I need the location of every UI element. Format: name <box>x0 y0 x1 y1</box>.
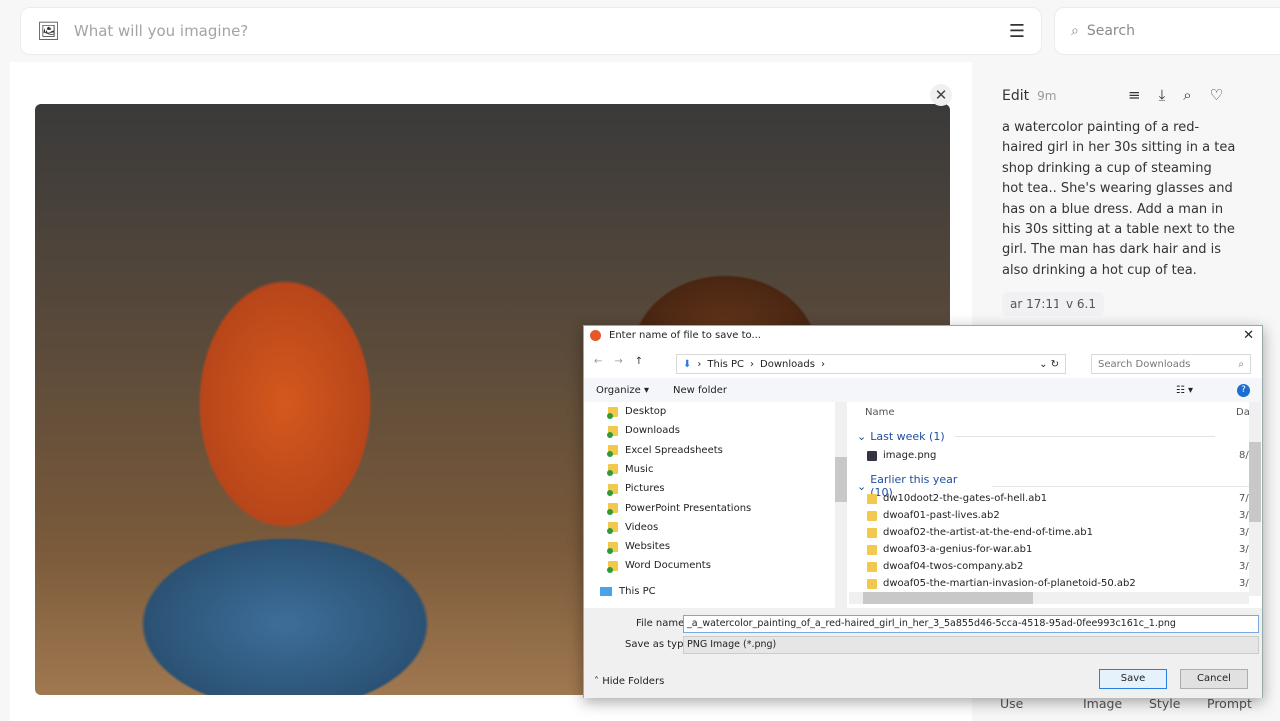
folder-icon <box>607 406 618 419</box>
folder-icon <box>607 483 618 496</box>
search-icon[interactable]: ⌕ <box>1183 86 1191 104</box>
file-row[interactable]: dw10doot2-the-gates-of-hell.ab1 <box>867 493 1047 504</box>
file-row[interactable]: image.png <box>867 450 936 461</box>
nav-item[interactable]: Excel Spreadsheets <box>607 445 723 458</box>
group-header[interactable]: ⌄ Last week (1) <box>857 430 1215 443</box>
files-hscrollbar[interactable] <box>849 592 1249 604</box>
image-details: Edit 9m ≡ ⤓ ⌕ ♡ <box>1002 86 1242 106</box>
search-input[interactable]: ⌕ Search <box>1054 7 1280 55</box>
close-icon[interactable]: ✕ <box>1243 328 1254 343</box>
file-row[interactable]: dwoaf02-the-artist-at-the-end-of-time.ab… <box>867 527 1093 538</box>
use-style-button[interactable]: Style <box>1149 696 1180 711</box>
view-icon[interactable]: ☷ ▾ <box>1176 385 1193 396</box>
prompt-input[interactable]: What will you imagine? <box>74 22 248 40</box>
file-list: Name Da ⌄ Last week (1) image.png 8/⌄ Earl… <box>857 407 1250 589</box>
folder-icon <box>607 541 618 554</box>
file-row[interactable]: dwoaf01-past-lives.ab2 <box>867 510 1000 521</box>
folder-icon <box>607 445 618 458</box>
toolbar: Organize ▾ New folder ☷ ▾? <box>584 378 1262 402</box>
close-icon[interactable]: ✕ <box>930 84 952 106</box>
use-label: Use <box>1000 696 1024 711</box>
file-row[interactable]: dwoaf04-twos-company.ab2 <box>867 561 1023 572</box>
folder-icon <box>607 560 618 573</box>
search-downloads-input[interactable]: Search Downloads ⌕ <box>1091 354 1251 374</box>
image-icon[interactable]: 🖼 <box>37 21 60 42</box>
hide-folders-button[interactable]: ˄ Hide Folders <box>594 676 664 687</box>
file-name-input[interactable]: _a_watercolor_painting_of_a_red-haired_g… <box>683 615 1259 633</box>
prompt-bar[interactable]: 🖼 What will you imagine? ☰ <box>20 7 1042 55</box>
use-prompt-button[interactable]: Prompt <box>1207 696 1252 711</box>
edit-button[interactable]: Edit <box>1002 88 1029 104</box>
back-icon[interactable]: ← <box>594 356 602 367</box>
help-icon[interactable]: ? <box>1237 383 1250 397</box>
folder-icon <box>867 493 877 504</box>
settings-sliders-icon[interactable]: ☰ <box>1009 21 1025 42</box>
folder-icon <box>607 464 618 477</box>
firefox-icon <box>590 330 601 341</box>
folder-icon <box>607 425 618 438</box>
dialog-title: Enter name of file to save to... <box>609 330 761 341</box>
file-row[interactable]: dwoaf05-the-martian-invasion-of-planetoi… <box>867 578 1136 589</box>
folder-icon <box>867 544 877 555</box>
folder-icon <box>607 503 618 515</box>
nav-item[interactable]: Desktop <box>607 406 666 419</box>
file-row[interactable]: dwoaf03-a-genius-for-war.ab1 <box>867 544 1032 555</box>
save-button[interactable]: Save <box>1099 669 1167 689</box>
folder-icon <box>867 561 877 572</box>
address-bar[interactable]: ⬇ › This PC › Downloads › ⌄ ↻ <box>676 354 1066 374</box>
age: 9m <box>1037 89 1057 103</box>
search-icon: ⌕ <box>1071 23 1079 39</box>
download-icon[interactable]: ⤓ <box>1159 86 1166 104</box>
nav-item-this-pc[interactable]: This PC <box>600 586 656 597</box>
save-dialog: Enter name of file to save to... ✕ ← → ↑ ⬇… <box>583 325 1263 698</box>
folder-icon <box>867 510 877 521</box>
folder-tree: Desktop Downloads Excel Spreadsheets Music P… <box>584 402 846 608</box>
tree-scrollbar[interactable] <box>835 402 847 608</box>
files-scrollbar[interactable] <box>1249 402 1261 596</box>
name-column-header[interactable]: Name <box>865 407 895 418</box>
up-icon[interactable]: ↑ <box>635 356 643 367</box>
version-tag[interactable]: v 6.1 <box>1058 292 1104 316</box>
use-image-button[interactable]: Image <box>1083 696 1122 711</box>
nav-item[interactable]: Music <box>607 464 653 477</box>
nav-item[interactable]: Pictures <box>607 483 665 496</box>
nav-item[interactable]: PowerPoint Presentations <box>607 503 751 515</box>
cancel-button[interactable]: Cancel <box>1180 669 1248 689</box>
date-column-header[interactable]: Da <box>1236 407 1250 418</box>
downloads-arrow-icon: ⬇ <box>683 358 692 370</box>
heart-icon[interactable]: ♡ <box>1210 86 1223 104</box>
nav-item[interactable]: Videos <box>607 522 658 535</box>
search-icon: ⌕ <box>1238 358 1244 370</box>
organize-button[interactable]: Organize ▾ <box>596 385 649 396</box>
nav-item[interactable]: Websites <box>607 541 670 554</box>
dialog-footer: File name: _a_watercolor_painting_of_a_r… <box>584 608 1262 698</box>
menu-icon[interactable]: ≡ <box>1128 86 1141 104</box>
folder-icon <box>607 522 618 535</box>
nav-item[interactable]: Word Documents <box>607 560 711 573</box>
prompt-text: a watercolor painting of a red-haired gi… <box>1002 120 1236 278</box>
save-type-select[interactable]: PNG Image (*.png) <box>683 636 1259 654</box>
computer-icon <box>600 587 612 596</box>
folder-icon <box>867 578 877 589</box>
forward-icon[interactable]: → <box>614 356 622 367</box>
image-file-icon <box>867 450 877 461</box>
file-name-label: File name: <box>636 618 688 629</box>
folder-icon <box>867 527 877 538</box>
new-folder-button[interactable]: New folder <box>673 385 727 396</box>
nav-item[interactable]: Downloads <box>607 425 680 438</box>
